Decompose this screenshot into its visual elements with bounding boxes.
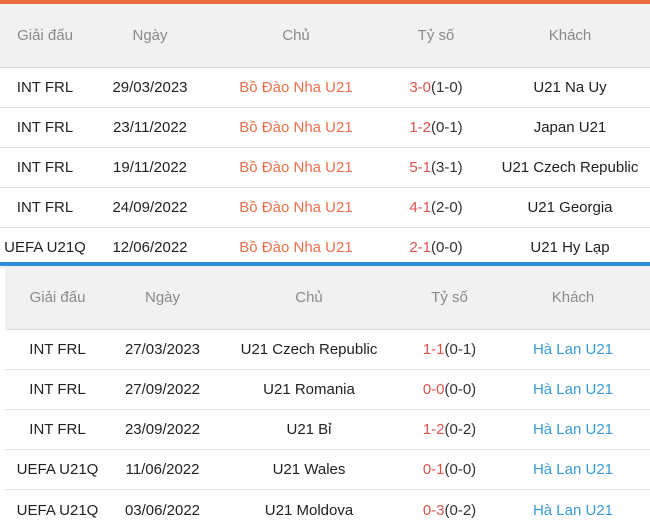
league: INT FRL: [29, 421, 86, 438]
home-team-link[interactable]: Bồ Đào Nha U21: [210, 68, 382, 107]
score-fulltime: 1-1: [422, 341, 445, 358]
header-score: Tỷ số: [431, 289, 468, 306]
home-team: U21 Bỉ: [286, 421, 332, 438]
header-home: Chủ: [295, 289, 323, 306]
score-fulltime: 0-3: [422, 501, 445, 519]
score-halftime: (0-1): [444, 341, 477, 358]
away-team: U21 Georgia: [527, 199, 613, 216]
score: 5-1 (3-1): [382, 148, 490, 187]
score: 0-1 (0-0): [403, 450, 496, 489]
score-fulltime: 2-1: [409, 239, 431, 256]
score-fulltime: 1-2: [422, 421, 445, 438]
date: 27/09/2022: [124, 381, 201, 398]
table-header: Giải đấu Ngày Chủ Tỷ số Khách: [5, 266, 650, 330]
home-team-link[interactable]: Bồ Đào Nha U21: [210, 108, 382, 147]
league: UEFA U21Q: [16, 461, 99, 478]
score: 0-3 (0-2): [403, 490, 496, 530]
away-team-link[interactable]: Hà Lan U21: [496, 370, 650, 409]
table-row: UEFA U21Q 03/06/2022 U21 Moldova 0-3 (0-2…: [5, 490, 650, 530]
score: 1-1 (0-1): [403, 330, 496, 369]
date: 29/03/2023: [112, 79, 188, 96]
table-row: INT FRL 19/11/2022 Bồ Đào Nha U21 5-1 (3-…: [0, 148, 650, 188]
score: 0-0 (0-0): [403, 370, 496, 409]
score-halftime: (0-0): [444, 381, 477, 398]
score-halftime: (3-1): [431, 159, 463, 176]
league: UEFA U21Q: [16, 501, 99, 519]
header-away: Khách: [551, 289, 595, 306]
home-team: U21 Moldova: [264, 501, 354, 519]
score-fulltime: 1-2: [409, 119, 431, 136]
score-halftime: (1-0): [431, 79, 463, 96]
home-team-link[interactable]: Bồ Đào Nha U21: [210, 188, 382, 227]
away-team: U21 Czech Republic: [501, 159, 639, 176]
score-fulltime: 3-0: [409, 79, 431, 96]
date: 23/09/2022: [124, 421, 201, 438]
away-team: Japan U21: [533, 119, 607, 136]
table-row: INT FRL 23/09/2022 U21 Bỉ 1-2 (0-2) Hà La…: [5, 410, 650, 450]
date: 27/03/2023: [124, 341, 201, 358]
away-team: U21 Na Uy: [533, 79, 607, 96]
header-home: Chủ: [282, 27, 310, 44]
table-row: INT FRL 29/03/2023 Bồ Đào Nha U21 3-0 (1-…: [0, 68, 650, 108]
score-halftime: (0-2): [444, 501, 477, 519]
score-fulltime: 5-1: [409, 159, 431, 176]
league: INT FRL: [16, 119, 74, 136]
score-fulltime: 0-1: [422, 461, 445, 478]
league: INT FRL: [29, 341, 86, 358]
away-team-link[interactable]: Hà Lan U21: [496, 450, 650, 489]
league: INT FRL: [29, 381, 86, 398]
header-score: Tỷ số: [417, 27, 455, 44]
date: 19/11/2022: [113, 159, 187, 176]
table-row: INT FRL 27/09/2022 U21 Romania 0-0 (0-0) …: [5, 370, 650, 410]
league: INT FRL: [16, 79, 74, 96]
table-row: INT FRL 27/03/2023 U21 Czech Republic 1-…: [5, 330, 650, 370]
table-row: INT FRL 23/11/2022 Bồ Đào Nha U21 1-2 (0-…: [0, 108, 650, 148]
score-fulltime: 4-1: [409, 199, 431, 216]
league: INT FRL: [16, 199, 74, 216]
date: 03/06/2022: [124, 501, 201, 519]
date: 24/09/2022: [112, 199, 188, 216]
score-halftime: (0-0): [444, 461, 477, 478]
score: 4-1 (2-0): [382, 188, 490, 227]
home-team-link[interactable]: Bồ Đào Nha U21: [210, 148, 382, 187]
header-league: Giải đấu: [17, 27, 73, 44]
header-date: Ngày: [144, 289, 181, 306]
home-team: U21 Wales: [272, 461, 346, 478]
table-row: UEFA U21Q 11/06/2022 U21 Wales 0-1 (0-0) …: [5, 450, 650, 490]
score-fulltime: 0-0: [422, 381, 445, 398]
away-team-link[interactable]: Hà Lan U21: [496, 410, 650, 449]
away-team-link[interactable]: Hà Lan U21: [496, 490, 650, 530]
home-team: U21 Romania: [263, 381, 355, 398]
league: INT FRL: [16, 159, 74, 176]
table-row: INT FRL 24/09/2022 Bồ Đào Nha U21 4-1 (2-…: [0, 188, 650, 228]
score-halftime: (0-2): [444, 421, 477, 438]
header-league: Giải đấu: [29, 289, 86, 306]
score-halftime: (0-0): [431, 239, 463, 256]
header-date: Ngày: [132, 27, 168, 44]
score: 3-0 (1-0): [382, 68, 490, 107]
date: 11/06/2022: [125, 461, 200, 478]
away-team-recent-table: Giải đấu Ngày Chủ Tỷ số Khách INT FRL 27…: [5, 266, 650, 530]
home-team: U21 Czech Republic: [240, 341, 378, 358]
table-header: Giải đấu Ngày Chủ Tỷ số Khách: [0, 4, 650, 68]
away-team-link[interactable]: Hà Lan U21: [496, 330, 650, 369]
score-halftime: (0-1): [431, 119, 463, 136]
home-team-recent-table: Giải đấu Ngày Chủ Tỷ số Khách INT FRL 29…: [0, 4, 650, 268]
score: 1-2 (0-1): [382, 108, 490, 147]
date: 23/11/2022: [113, 119, 187, 136]
score: 1-2 (0-2): [403, 410, 496, 449]
header-away: Khách: [548, 27, 592, 44]
score-halftime: (2-0): [431, 199, 463, 216]
